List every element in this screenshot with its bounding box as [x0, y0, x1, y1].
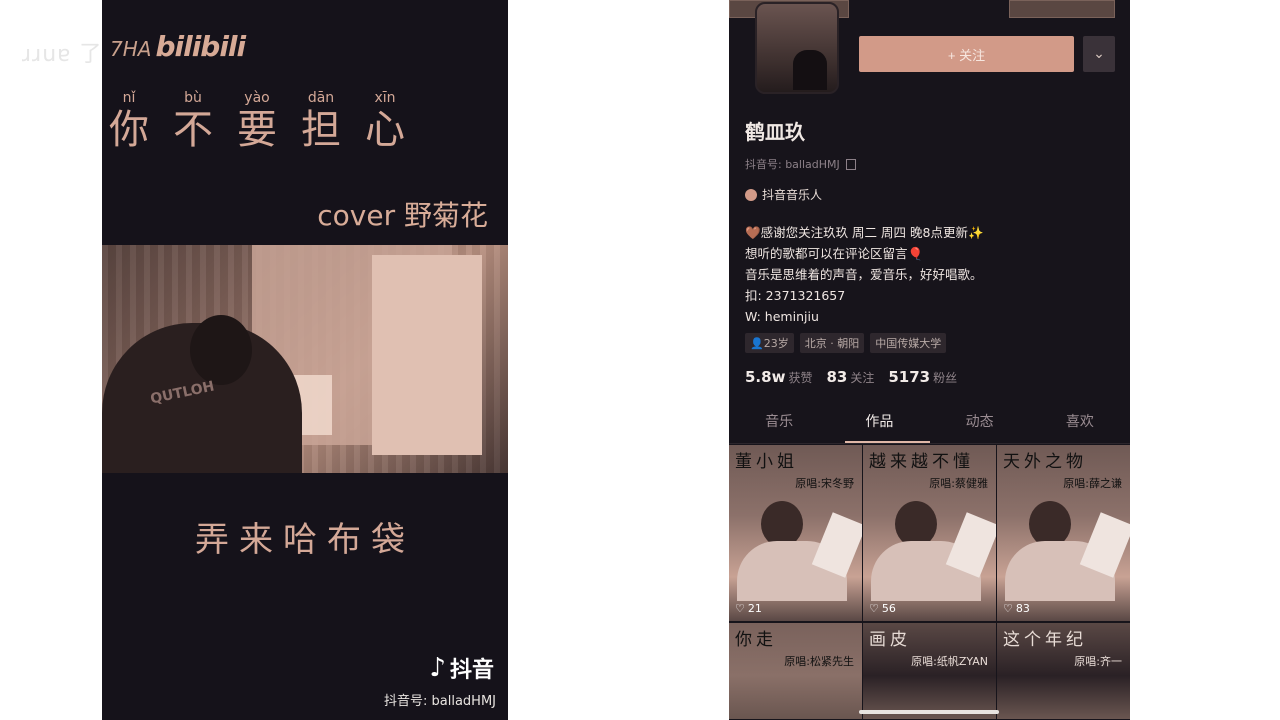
musician-badge-icon — [745, 188, 757, 201]
avatar-silhouette — [793, 50, 827, 90]
chevron-down-icon[interactable]: ⌄ — [1083, 36, 1115, 72]
lyric-char: yào 要 — [234, 90, 280, 152]
douyin-logo-text: 抖音 — [449, 658, 494, 683]
tab-music[interactable]: 音乐 — [729, 404, 829, 443]
bio-line: 扣: 2371321657 — [745, 288, 846, 303]
like-count-text: 56 — [881, 602, 896, 615]
lyric-char: nǐ 你 — [106, 90, 152, 152]
like-count: ♡ 56 — [869, 602, 896, 615]
header-thumb — [1009, 0, 1115, 18]
like-count-text: 83 — [1015, 602, 1030, 615]
douyin-logo: ♪ 抖音 — [429, 652, 494, 684]
heart-icon: ♡ — [869, 602, 879, 615]
bilibili-logo: bilibili — [155, 30, 246, 63]
video-thumbnail[interactable]: 越来越不懂 原唱:蔡健雅 ♡ 56 — [863, 445, 996, 621]
song-title: 天外之物 — [1003, 452, 1087, 472]
stat-following[interactable]: 83 关注 — [826, 367, 874, 386]
douyin-id-watermark: 抖音号: balladHMJ — [384, 694, 496, 709]
location-chip: 北京 · 朝阳 — [799, 333, 865, 353]
tab-likes[interactable]: 喜欢 — [1030, 404, 1130, 443]
douyin-note-icon: ♪ — [429, 653, 446, 683]
lyric-char: dān 担 — [298, 90, 344, 152]
tab-activity[interactable]: 动态 — [930, 404, 1030, 443]
bilibili-prefix: 7HA — [110, 37, 152, 61]
musician-tag[interactable]: 抖音音乐人 — [745, 186, 822, 203]
pinyin: dān — [307, 90, 335, 106]
video-thumbnail[interactable]: 董小姐 原唱:宋冬野 ♡ 21 — [729, 445, 862, 621]
hanzi: 不 — [173, 107, 213, 153]
lyric-bottom: 弄来哈布袋 — [195, 520, 415, 560]
follow-button[interactable]: + 关注 — [859, 36, 1074, 72]
song-title: 越来越不懂 — [869, 452, 974, 472]
original-singer: 原唱:薛之谦 — [1063, 477, 1122, 490]
hanzi: 心 — [365, 107, 405, 153]
age-chip: 👤23岁 — [745, 333, 794, 353]
original-singer: 原唱:纸帆ZYAN — [911, 655, 988, 668]
pinyin: nǐ — [122, 90, 136, 106]
profile-id-text: 抖音号: balladHMJ — [745, 158, 840, 171]
screen: ɹɹuɐ 了HA 7HA bilibili nǐ 你 bù 不 yào 要 dān 担 … — [0, 0, 1280, 720]
bilibili-watermark: 7HA bilibili — [110, 30, 246, 63]
stat-num: 5.8w — [745, 368, 786, 386]
stat-label: 关注 — [850, 371, 875, 385]
pinyin: yào — [244, 90, 270, 106]
bio-line: W: heminjiu — [745, 309, 819, 324]
cabinet — [372, 255, 482, 455]
bio-line: 音乐是思维着的声音，爱音乐，好好唱歌。 — [745, 267, 983, 282]
profile-stats: 5.8w 获赞 83 关注 5173 粉丝 — [745, 367, 957, 386]
song-title: 你走 — [735, 630, 777, 650]
hanzi: 你 — [109, 107, 149, 153]
pinyin: xīn — [374, 90, 396, 106]
profile-id: 抖音号: balladHMJ — [745, 156, 856, 172]
video-scene: QUTLOH — [102, 245, 508, 473]
song-title: 董小姐 — [735, 452, 798, 472]
song-title: 画皮 — [869, 630, 911, 650]
heart-icon: ♡ — [735, 602, 745, 615]
lyric-char: xīn 心 — [362, 90, 408, 152]
profile-tabs: 音乐 作品 动态 喜欢 — [729, 404, 1130, 444]
home-indicator[interactable] — [859, 710, 999, 714]
copy-icon[interactable] — [845, 158, 856, 170]
original-singer: 原唱:宋冬野 — [795, 477, 854, 490]
original-singer: 原唱:齐一 — [1074, 655, 1122, 668]
like-count: ♡ 21 — [735, 602, 762, 615]
hanzi: 要 — [237, 107, 277, 153]
profile-bio: 🤎感谢您关注玖玖 周二 周四 晚8点更新✨ 想听的歌都可以在评论区留言🎈 音乐是… — [745, 222, 984, 327]
bio-line: 想听的歌都可以在评论区留言🎈 — [745, 246, 924, 261]
stat-label: 粉丝 — [933, 371, 958, 385]
stat-num: 83 — [826, 368, 848, 386]
stat-likes: 5.8w 获赞 — [745, 367, 812, 386]
song-title: 这个年纪 — [1003, 630, 1087, 650]
original-singer: 原唱:蔡健雅 — [929, 477, 988, 490]
video-thumbnail[interactable]: 你走 原唱:松紧先生 — [729, 623, 862, 719]
like-count: ♡ 83 — [1003, 602, 1030, 615]
like-count-text: 21 — [747, 602, 762, 615]
video-thumbnail[interactable]: 天外之物 原唱:薛之谦 ♡ 83 — [997, 445, 1130, 621]
hanzi: 担 — [301, 107, 341, 153]
video-thumbnail[interactable]: 画皮 原唱:纸帆ZYAN — [863, 623, 996, 719]
singer-head — [190, 315, 252, 385]
cover-title: cover 野菊花 — [317, 199, 488, 232]
heart-icon: ♡ — [1003, 602, 1013, 615]
video-grid: 董小姐 原唱:宋冬野 ♡ 21 越来越不懂 原唱:蔡健雅 ♡ 56 天外之物 原唱:… — [729, 445, 1130, 719]
stat-label: 获赞 — [788, 371, 813, 385]
musician-tag-label: 抖音音乐人 — [762, 188, 823, 202]
stat-num: 5173 — [888, 368, 931, 386]
video-frame[interactable]: 7HA bilibili nǐ 你 bù 不 yào 要 dān 担 xīn 心 cove… — [102, 0, 508, 720]
bio-line: 🤎感谢您关注玖玖 周二 周四 晚8点更新✨ — [745, 225, 984, 240]
profile-chips: 👤23岁 北京 · 朝阳 中国传媒大学 — [745, 333, 947, 353]
profile-name: 鹤皿玖 — [745, 120, 805, 144]
lyric-top: nǐ 你 bù 不 yào 要 dān 担 xīn 心 — [106, 90, 408, 152]
profile-screen: + 关注 ⌄ 鹤皿玖 抖音号: balladHMJ 抖音音乐人 🤎感谢您关注玖玖… — [729, 0, 1130, 720]
original-singer: 原唱:松紧先生 — [784, 655, 854, 668]
pinyin: bù — [184, 90, 202, 106]
school-chip[interactable]: 中国传媒大学 — [870, 333, 947, 353]
tab-works[interactable]: 作品 — [829, 404, 930, 443]
video-thumbnail[interactable]: 这个年纪 原唱:齐一 — [997, 623, 1130, 719]
stat-fans[interactable]: 5173 粉丝 — [888, 367, 957, 386]
lyric-char: bù 不 — [170, 90, 216, 152]
avatar[interactable] — [755, 2, 839, 94]
